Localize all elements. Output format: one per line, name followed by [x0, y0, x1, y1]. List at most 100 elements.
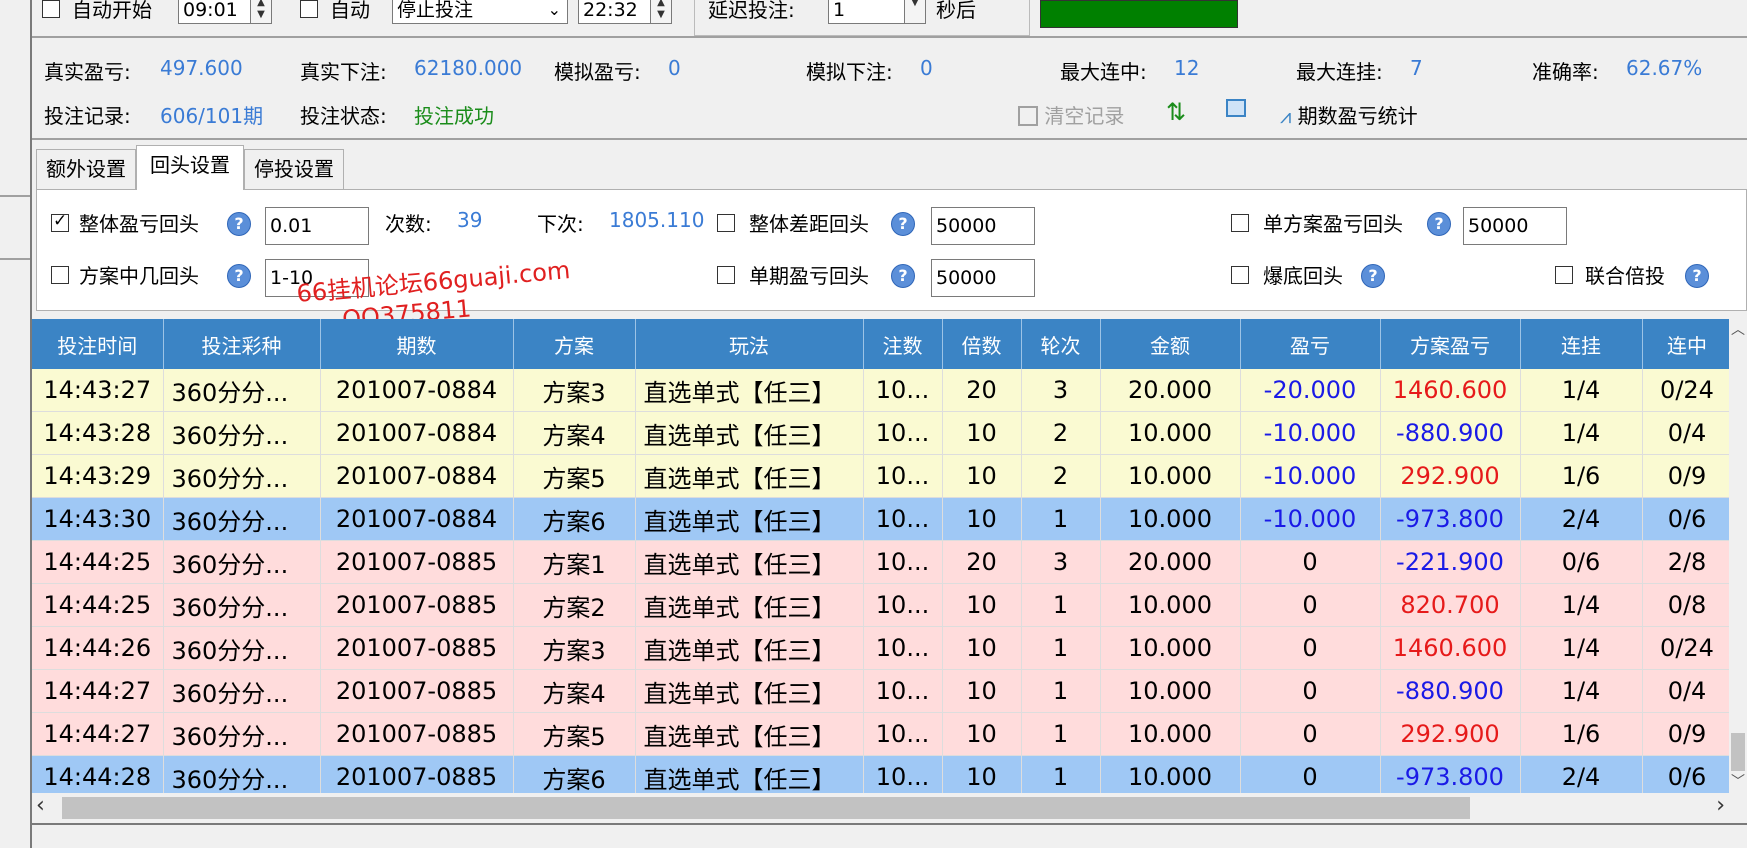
table-cell: 0 — [1240, 583, 1381, 627]
column-header[interactable]: 轮次 — [1021, 319, 1101, 369]
overall-pnl-checkbox[interactable] — [51, 211, 69, 232]
scroll-right-icon[interactable]: › — [1716, 793, 1725, 818]
scroll-down-icon[interactable]: ﹀ — [1729, 771, 1747, 793]
table-row[interactable]: 14:44:28 360分分... 201007-0885 方案6 直选单式【任三】 10… — [32, 755, 1729, 793]
auto-start-checkbox[interactable] — [42, 0, 60, 18]
table-cell: 14:43:30 — [32, 497, 164, 541]
table-cell: 10 — [942, 583, 1022, 627]
max-win-streak-value: 12 — [1174, 56, 1200, 80]
window-icon[interactable] — [1226, 98, 1246, 122]
table-row[interactable]: 14:43:29 360分分... 201007-0884 方案5 直选单式【任三】 10… — [32, 454, 1729, 498]
scroll-thumb[interactable] — [62, 797, 1470, 819]
table-cell: 360分分... — [163, 454, 321, 498]
single-plan-checkbox[interactable] — [1231, 214, 1249, 232]
joint-checkbox[interactable] — [1555, 266, 1573, 284]
horizontal-scrollbar[interactable]: ‹ › — [32, 793, 1729, 823]
table-row[interactable]: 14:44:25 360分分... 201007-0885 方案1 直选单式【任三】 10… — [32, 540, 1729, 584]
table-cell: 1/4 — [1520, 411, 1643, 455]
stats-panel: 真实盈亏: 497.600 真实下注: 62180.000 模拟盈亏: 0 模拟… — [32, 36, 1747, 140]
tab-stop-settings[interactable]: 停投设置 — [244, 149, 344, 189]
tab-extra-settings[interactable]: 额外设置 — [36, 149, 136, 189]
bust-checkbox[interactable] — [1231, 266, 1249, 284]
clear-records-button[interactable]: 清空记录 — [1018, 100, 1124, 129]
table-cell: 20.000 — [1100, 540, 1241, 584]
table-cell: 直选单式【任三】 — [635, 712, 864, 756]
real-pnl-label: 真实盈亏: — [44, 60, 131, 84]
table-cell: 直选单式【任三】 — [635, 626, 864, 670]
auto-checkbox[interactable] — [300, 0, 318, 18]
table-row[interactable]: 14:44:26 360分分... 201007-0885 方案3 直选单式【任三】 10… — [32, 626, 1729, 670]
column-header[interactable]: 连中 — [1642, 319, 1729, 369]
table-cell: 方案5 — [513, 454, 636, 498]
joint-label: 联合倍投 — [1585, 264, 1665, 288]
max-loss-streak-label: 最大连挂: — [1296, 60, 1383, 84]
help-icon[interactable]: ? — [1685, 264, 1709, 288]
start-time-spinner[interactable]: ▲ ▼ — [250, 0, 272, 24]
table-cell: -880.900 — [1380, 411, 1521, 455]
scroll-left-icon[interactable]: ‹ — [36, 793, 45, 818]
help-icon[interactable]: ? — [1361, 264, 1385, 288]
sort-arrows-icon[interactable]: ⇅ — [1166, 98, 1186, 126]
table-cell: 方案5 — [513, 712, 636, 756]
column-header[interactable]: 盈亏 — [1240, 319, 1381, 369]
table-cell: 360分分... — [163, 411, 321, 455]
table-cell: 201007-0885 — [320, 712, 514, 756]
column-header[interactable]: 方案 — [513, 319, 636, 369]
overall-gap-input[interactable]: 50000 — [931, 207, 1035, 245]
plan-hit-label: 方案中几回头 — [79, 264, 199, 288]
table-row[interactable]: 14:43:30 360分分... 201007-0884 方案6 直选单式【任三】 10… — [32, 497, 1729, 541]
column-header[interactable]: 倍数 — [942, 319, 1022, 369]
column-header[interactable]: 注数 — [863, 319, 943, 369]
table-row[interactable]: 14:44:27 360分分... 201007-0885 方案5 直选单式【任三】 10… — [32, 712, 1729, 756]
help-icon[interactable]: ? — [891, 264, 915, 288]
table-row[interactable]: 14:43:28 360分分... 201007-0884 方案4 直选单式【任三】 10… — [32, 411, 1729, 455]
column-header[interactable]: 方案盈亏 — [1380, 319, 1521, 369]
table-cell: 201007-0885 — [320, 755, 514, 793]
column-header[interactable]: 期数 — [320, 319, 514, 369]
help-icon[interactable]: ? — [227, 212, 251, 236]
column-header[interactable]: 投注彩种 — [163, 319, 321, 369]
table-cell: 0/9 — [1642, 712, 1729, 756]
schedule-toolbar: 自动开始 09:01 ▲ ▼ 自动 停止投注 ⌄ 22:32 ▲ ▼ 延迟投注: 1… — [32, 0, 1747, 36]
help-icon[interactable]: ? — [1427, 212, 1451, 236]
table-row[interactable]: 14:43:27 360分分... 201007-0884 方案3 直选单式【任三】 10… — [32, 369, 1729, 412]
accuracy-label: 准确率: — [1532, 60, 1599, 84]
column-header[interactable]: 玩法 — [635, 319, 864, 369]
overall-gap-checkbox[interactable] — [717, 214, 735, 232]
column-header[interactable]: 连挂 — [1520, 319, 1643, 369]
table-row[interactable]: 14:44:25 360分分... 201007-0885 方案2 直选单式【任三】 10… — [32, 583, 1729, 627]
auto-start-label: 自动开始 — [72, 0, 152, 22]
table-cell: 直选单式【任三】 — [635, 454, 864, 498]
vertical-scrollbar[interactable]: ︿ ﹀ — [1729, 319, 1747, 793]
table-cell: 0/6 — [1642, 755, 1729, 793]
overall-pnl-input[interactable]: 0.01 — [265, 207, 369, 245]
single-period-input[interactable]: 50000 — [931, 259, 1035, 297]
tab-return-settings[interactable]: 回头设置 — [136, 145, 244, 190]
period-stats-button[interactable]: ⩘ 期数盈亏统计 — [1280, 100, 1418, 129]
table-cell: 1/4 — [1520, 669, 1643, 713]
table-cell: -880.900 — [1380, 669, 1521, 713]
single-period-checkbox[interactable] — [717, 266, 735, 284]
column-header[interactable]: 金额 — [1100, 319, 1241, 369]
table-cell: 292.900 — [1380, 712, 1521, 756]
single-plan-input[interactable]: 50000 — [1463, 207, 1567, 245]
table-cell: 14:44:27 — [32, 669, 164, 713]
table-cell: 10 — [942, 626, 1022, 670]
table-cell: 0/9 — [1642, 454, 1729, 498]
table-cell: 10... — [863, 454, 943, 498]
help-icon[interactable]: ? — [227, 264, 251, 288]
table-cell: 直选单式【任三】 — [635, 411, 864, 455]
delay-spinner[interactable]: ▼ — [904, 0, 926, 24]
plan-hit-checkbox[interactable] — [51, 266, 69, 284]
scroll-up-icon[interactable]: ︿ — [1729, 319, 1747, 341]
help-icon[interactable]: ? — [891, 212, 915, 236]
table-cell: -10.000 — [1240, 454, 1381, 498]
table-header: 投注时间 投注彩种 期数 方案 玩法 注数 倍数 轮次 金额 盈亏 方案盈亏 连挂 连中 — [32, 319, 1729, 369]
period-stats-label: 期数盈亏统计 — [1297, 104, 1418, 128]
table-row[interactable]: 14:44:27 360分分... 201007-0885 方案4 直选单式【任三】 10… — [32, 669, 1729, 713]
stop-time-spinner[interactable]: ▲ ▼ — [650, 0, 672, 24]
column-header[interactable]: 投注时间 — [32, 319, 164, 369]
stop-mode-select[interactable]: 停止投注 ⌄ — [392, 0, 568, 24]
table-cell: -973.800 — [1380, 497, 1521, 541]
scroll-thumb[interactable] — [1731, 733, 1745, 771]
